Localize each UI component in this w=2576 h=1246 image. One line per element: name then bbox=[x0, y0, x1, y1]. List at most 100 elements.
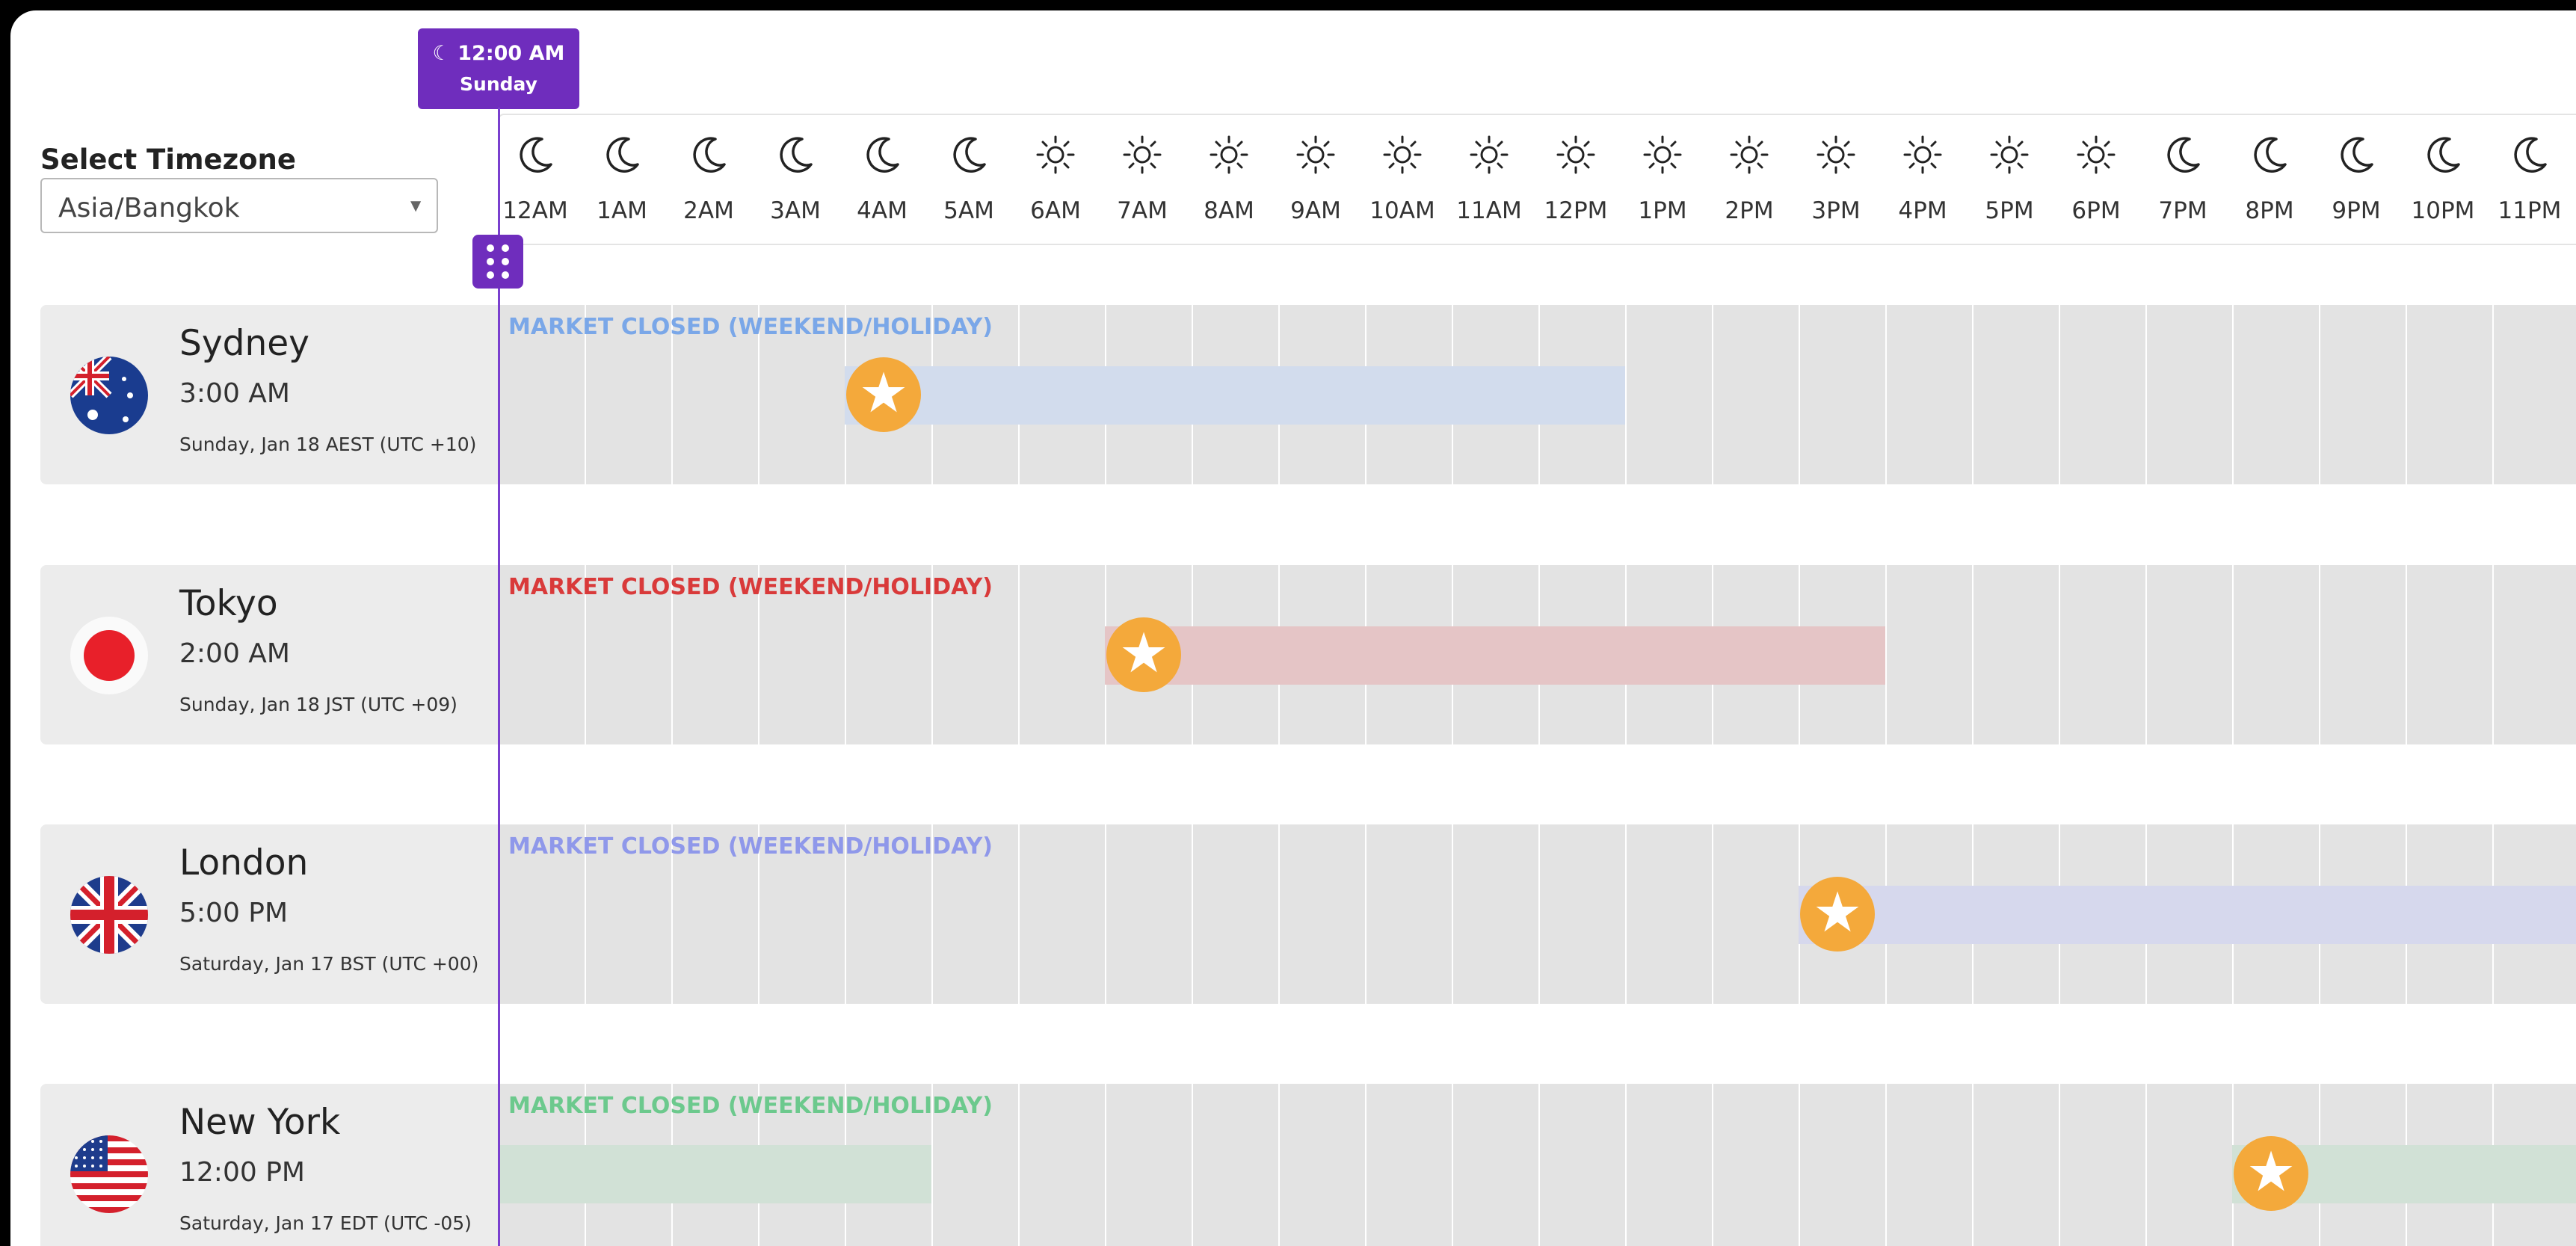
market-status: MARKET CLOSED (WEEKEND/HOLIDAY) bbox=[508, 833, 993, 860]
grid-line bbox=[1625, 824, 1627, 1004]
hour-grid[interactable]: MARKET CLOSED (WEEKEND/HOLIDAY) ★ bbox=[498, 565, 2576, 744]
grid-line bbox=[1192, 824, 1193, 1004]
sun-icon bbox=[1879, 132, 1966, 186]
grid-line bbox=[2232, 565, 2234, 744]
hour-column: 11PM bbox=[2486, 123, 2573, 235]
star-icon[interactable]: ★ bbox=[2234, 1136, 2308, 1211]
hour-grid[interactable]: MARKET CLOSED (WEEKEND/HOLIDAY) ★ bbox=[498, 1084, 2576, 1246]
city-time: 5:00 PM bbox=[179, 898, 289, 928]
grid-line bbox=[1712, 824, 1713, 1004]
market-session-bar[interactable] bbox=[498, 1145, 931, 1203]
hour-grid[interactable]: MARKET CLOSED (WEEKEND/HOLIDAY) ★ bbox=[498, 824, 2576, 1004]
grid-line bbox=[2406, 305, 2407, 484]
current-time-label: 12:00 AM bbox=[457, 42, 565, 65]
moon-icon bbox=[579, 132, 665, 186]
grid-line bbox=[1972, 565, 1973, 744]
hour-grid[interactable]: MARKET CLOSED (WEEKEND/HOLIDAY) ★ bbox=[498, 305, 2576, 484]
hour-column: 5AM bbox=[925, 123, 1012, 235]
city-name: New York bbox=[179, 1102, 341, 1143]
grid-line bbox=[1885, 305, 1887, 484]
hour-label: 5PM bbox=[1985, 197, 2034, 224]
sun-icon bbox=[1619, 132, 1706, 186]
grid-line bbox=[2319, 565, 2320, 744]
hour-column: 4PM bbox=[1879, 123, 1966, 235]
moon-icon bbox=[2226, 132, 2313, 186]
hour-column: 4AM bbox=[839, 123, 925, 235]
grid-line bbox=[1712, 1084, 1713, 1246]
city-date: Saturday, Jan 17 EDT (UTC -05) bbox=[179, 1212, 472, 1234]
moon-icon bbox=[665, 132, 752, 186]
sun-icon bbox=[1099, 132, 1186, 186]
star-icon[interactable]: ★ bbox=[1800, 877, 1875, 952]
hour-column: 6PM bbox=[2053, 123, 2139, 235]
city-time: 2:00 AM bbox=[179, 638, 290, 669]
star-icon[interactable]: ★ bbox=[1106, 617, 1181, 692]
hour-label: 4AM bbox=[857, 197, 908, 224]
grid-line bbox=[2059, 305, 2060, 484]
timezone-select[interactable]: Asia/Bangkok ▼ bbox=[40, 178, 438, 233]
market-status: MARKET CLOSED (WEEKEND/HOLIDAY) bbox=[508, 574, 993, 600]
hour-label: 8AM bbox=[1204, 197, 1254, 224]
grid-line bbox=[1018, 824, 1020, 1004]
hour-label: 3AM bbox=[770, 197, 821, 224]
hour-label: 8PM bbox=[2245, 197, 2294, 224]
sun-icon bbox=[1446, 132, 1532, 186]
moon-icon bbox=[839, 132, 925, 186]
grid-line bbox=[1972, 305, 1973, 484]
sun-icon bbox=[1012, 132, 1099, 186]
moon-icon bbox=[492, 132, 579, 186]
current-time-badge[interactable]: ☾ 12:00 AM Sunday bbox=[418, 28, 579, 109]
moon-icon bbox=[752, 132, 839, 186]
grid-line bbox=[2492, 305, 2494, 484]
hour-label: 9PM bbox=[2332, 197, 2381, 224]
grid-line bbox=[2319, 305, 2320, 484]
city-time: 3:00 AM bbox=[179, 378, 290, 409]
city-time: 12:00 PM bbox=[179, 1157, 305, 1188]
city-name: Sydney bbox=[179, 323, 310, 364]
hour-column: 11AM bbox=[1446, 123, 1532, 235]
hour-column: 8PM bbox=[2226, 123, 2313, 235]
sun-icon bbox=[1706, 132, 1793, 186]
market-session-bar[interactable] bbox=[845, 366, 1625, 425]
city-row-sydney: Sydney 3:00 AM Sunday, Jan 18 AEST (UTC +1… bbox=[40, 305, 2576, 484]
hour-column: 1AM bbox=[579, 123, 665, 235]
moon-icon bbox=[2139, 132, 2226, 186]
usa-flag bbox=[70, 1135, 148, 1213]
grid-line bbox=[2492, 565, 2494, 744]
grid-line bbox=[2059, 1084, 2060, 1246]
hour-label: 12AM bbox=[502, 197, 568, 224]
sun-icon bbox=[1186, 132, 1272, 186]
city-date: Sunday, Jan 18 JST (UTC +09) bbox=[179, 694, 457, 715]
market-session-bar[interactable] bbox=[1799, 886, 2576, 944]
hour-label: 3PM bbox=[1811, 197, 1861, 224]
grid-line bbox=[1885, 1084, 1887, 1246]
grid-line bbox=[2232, 305, 2234, 484]
city-name: Tokyo bbox=[179, 583, 278, 624]
sun-icon bbox=[1359, 132, 1446, 186]
city-row-london: London 5:00 PM Saturday, Jan 17 BST (UTC +… bbox=[40, 824, 2576, 1004]
star-icon[interactable]: ★ bbox=[846, 357, 921, 432]
grid-line bbox=[1625, 1084, 1627, 1246]
hour-label: 1PM bbox=[1638, 197, 1687, 224]
australia-flag bbox=[70, 357, 148, 434]
hour-column: 10PM bbox=[2400, 123, 2486, 235]
hour-label: 6PM bbox=[2071, 197, 2121, 224]
moon-icon bbox=[925, 132, 1012, 186]
hour-label: 7PM bbox=[2158, 197, 2207, 224]
hour-column: 2PM bbox=[1706, 123, 1793, 235]
hour-column: 12PM bbox=[1532, 123, 1619, 235]
grid-line bbox=[1972, 1084, 1973, 1246]
hour-column: 5PM bbox=[1966, 123, 2053, 235]
moon-icon bbox=[2486, 132, 2573, 186]
hour-column: 6AM bbox=[1012, 123, 1099, 235]
app-frame: ☾ 12:00 AM Sunday Select Timezone Asia/B… bbox=[10, 10, 2576, 1246]
drag-handle[interactable] bbox=[472, 235, 523, 289]
hour-column: 1PM bbox=[1619, 123, 1706, 235]
grid-line bbox=[1278, 824, 1280, 1004]
hour-column: 7AM bbox=[1099, 123, 1186, 235]
sun-icon bbox=[2053, 132, 2139, 186]
grid-line bbox=[1365, 1084, 1366, 1246]
sun-icon bbox=[1532, 132, 1619, 186]
grid-line bbox=[1278, 1084, 1280, 1246]
market-session-bar[interactable] bbox=[1105, 626, 1885, 685]
